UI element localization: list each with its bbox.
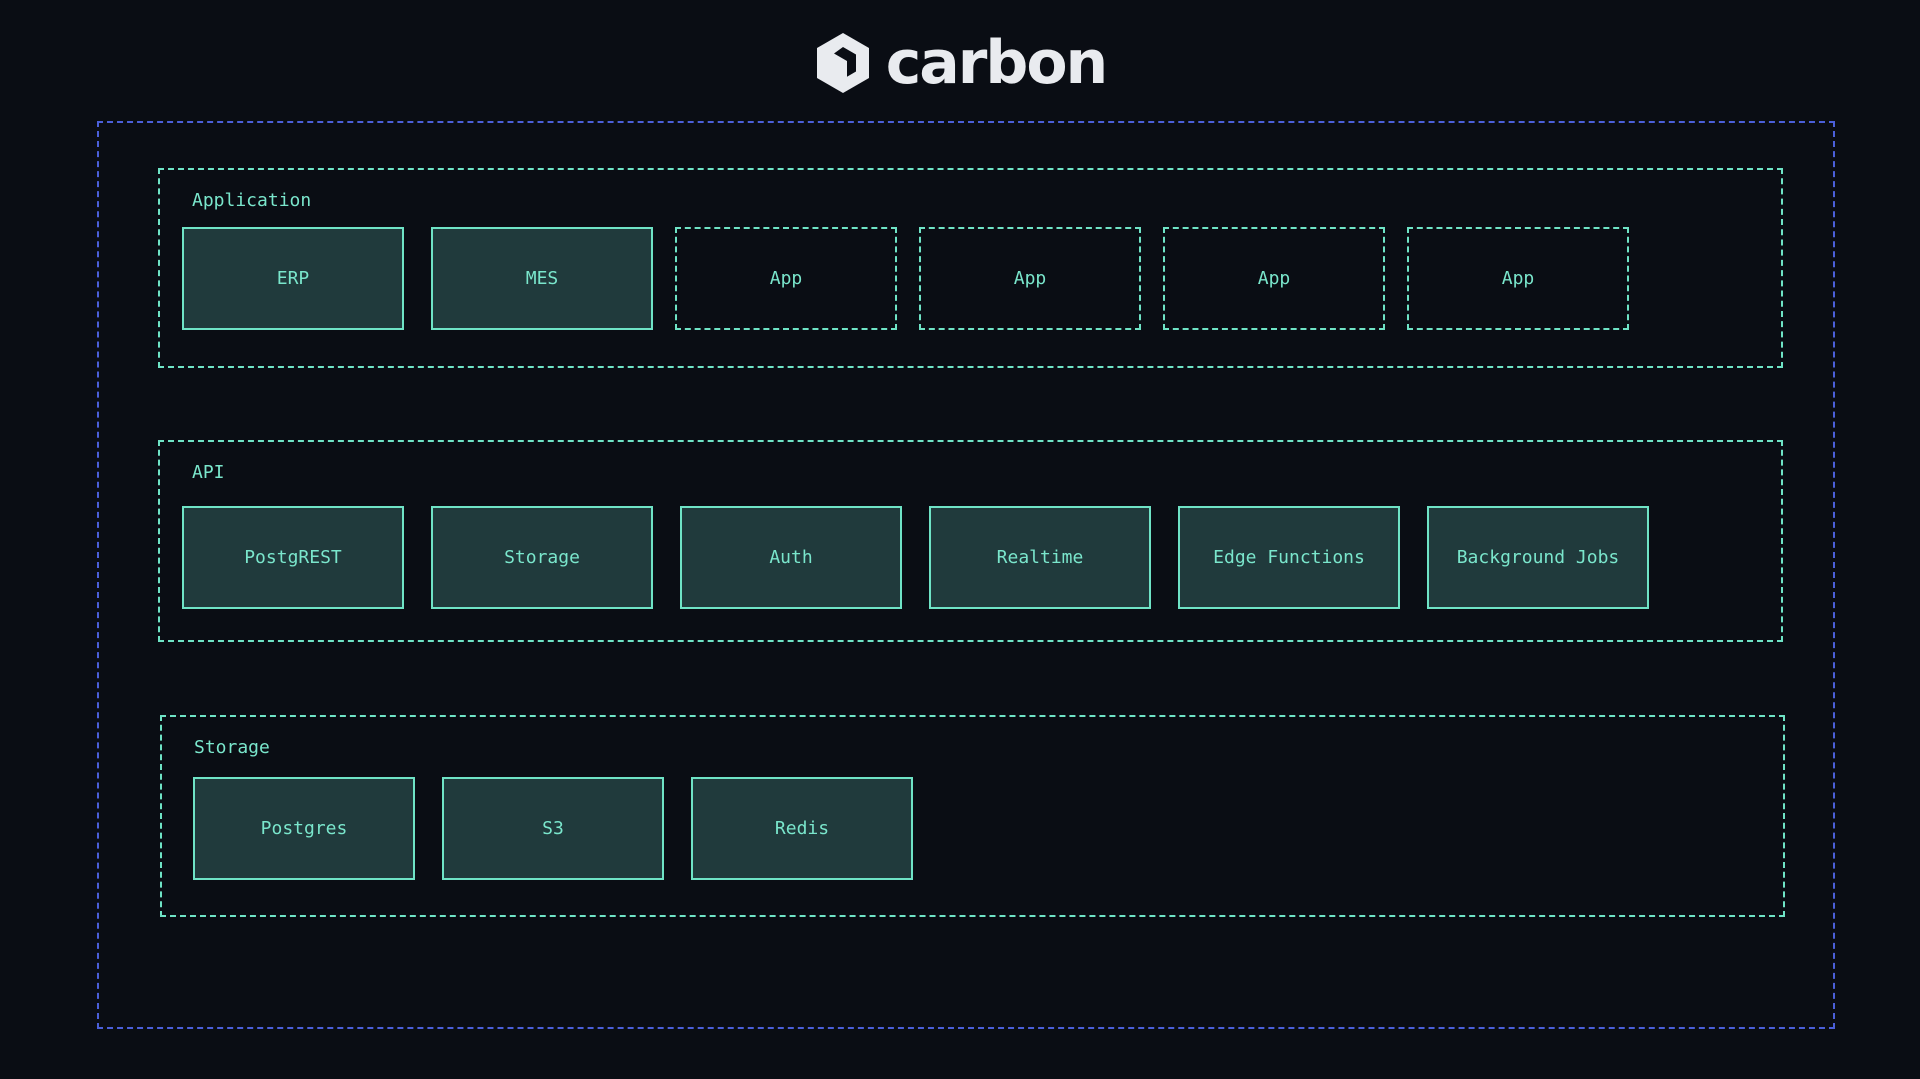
app-placeholder-box: App [919,227,1141,330]
app-placeholder-box: App [1163,227,1385,330]
platform-container: Application ERP MES App App App App API … [97,121,1835,1029]
application-layer-label: Application [192,190,312,211]
edge-functions-box: Edge Functions [1178,506,1400,609]
postgres-box: Postgres [193,777,415,880]
app-placeholder-box: App [675,227,897,330]
storage-layer: Storage Postgres S3 Redis [160,715,1785,917]
redis-box: Redis [691,777,913,880]
api-layer-label: API [192,462,225,483]
realtime-box: Realtime [929,506,1151,609]
auth-box: Auth [680,506,902,609]
carbon-hexagon-logo-icon [816,33,869,93]
app-placeholder-box: App [1407,227,1629,330]
logo-wordmark: carbon [885,28,1109,98]
application-layer: Application ERP MES App App App App [158,168,1783,368]
storage-layer-label: Storage [194,737,270,758]
mes-box: MES [431,227,653,330]
erp-box: ERP [182,227,404,330]
api-layer: API PostgREST Storage Auth Realtime Edge… [158,440,1783,642]
carbon-logo: carbon [0,28,1920,98]
background-jobs-box: Background Jobs [1427,506,1649,609]
s3-box: S3 [442,777,664,880]
postgrest-box: PostgREST [182,506,404,609]
storage-api-box: Storage [431,506,653,609]
